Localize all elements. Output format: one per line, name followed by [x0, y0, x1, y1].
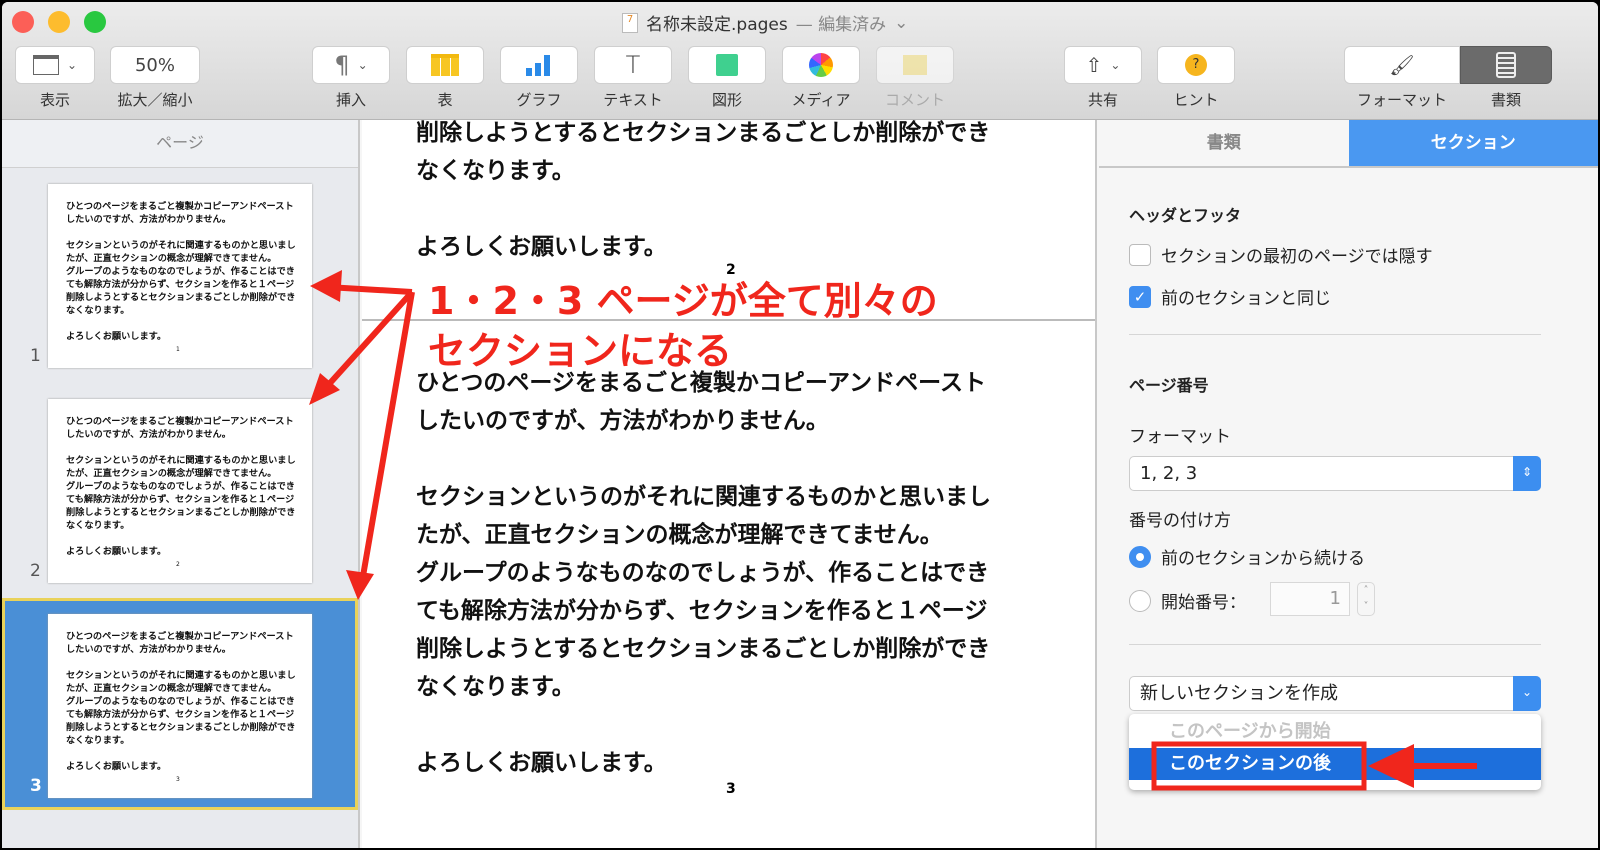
arrow-head — [1368, 744, 1414, 788]
annotation-overlay — [309, 270, 1477, 791]
pages-window: 7 名称未設定.pages — 編集済み ⌄ ⌄ 表示 50% 拡大／縮小 ¶ ⌄… — [2, 2, 1598, 848]
arrow-head — [346, 570, 374, 600]
annotation-text: セクションになる — [428, 329, 733, 373]
annotation-text: 1・2・3 ページが全て別々の — [428, 279, 938, 323]
arrow-head — [310, 270, 342, 302]
